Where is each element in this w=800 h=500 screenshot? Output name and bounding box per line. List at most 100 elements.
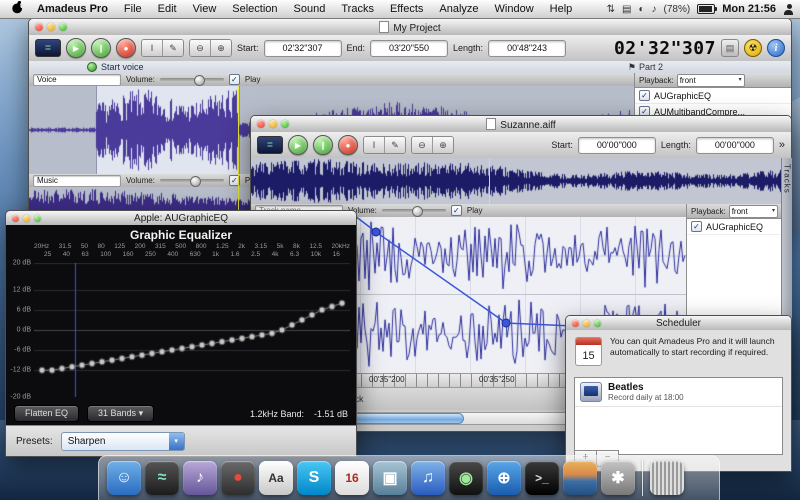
zoom-in-icon[interactable]: ⊕ bbox=[432, 137, 453, 153]
dock-item-dvd-player[interactable]: ◉ bbox=[449, 461, 483, 495]
zoom-button[interactable] bbox=[594, 320, 601, 327]
close-button[interactable] bbox=[35, 23, 43, 31]
battery-icon[interactable] bbox=[697, 4, 715, 14]
menu-window[interactable]: Window bbox=[487, 3, 542, 15]
menu-file[interactable]: File bbox=[116, 3, 150, 15]
close-button[interactable] bbox=[572, 320, 579, 327]
start-field[interactable]: 02'32"307 bbox=[264, 40, 342, 57]
voice-track-name-field[interactable]: Voice bbox=[33, 74, 121, 86]
menu-amadeus-pro[interactable]: Amadeus Pro bbox=[29, 3, 116, 15]
window-augraphiceq[interactable]: Apple: AUGraphicEQ Graphic Equalizer 20H… bbox=[5, 210, 357, 457]
effect-checkbox[interactable]: ✓ bbox=[691, 221, 702, 232]
menu-status-icon[interactable]: ♪ bbox=[652, 4, 657, 15]
dock-item-finder[interactable]: ☺ bbox=[107, 461, 141, 495]
menu-help[interactable]: Help bbox=[542, 3, 581, 15]
overview-waveform[interactable] bbox=[251, 158, 781, 204]
dock-item-levels[interactable]: ≈ bbox=[145, 461, 179, 495]
tool-segment[interactable]: I✎ bbox=[363, 136, 406, 154]
overview-waveform-area[interactable] bbox=[251, 158, 781, 204]
info-button[interactable]: i bbox=[767, 39, 785, 57]
effect-row[interactable]: ✓AUGraphicEQ bbox=[687, 219, 782, 235]
zoom-button[interactable] bbox=[281, 120, 289, 128]
scheduler-item[interactable]: Beatles Record daily at 18:00 bbox=[575, 378, 782, 407]
menu-status-icon[interactable]: ⇅ bbox=[607, 4, 615, 15]
playback-select[interactable]: front▾ bbox=[677, 74, 745, 87]
zoom-in-icon[interactable]: ⊕ bbox=[210, 40, 231, 56]
menu-selection[interactable]: Selection bbox=[224, 3, 285, 15]
dock-item-skype[interactable]: S bbox=[297, 461, 331, 495]
zoom-segment[interactable]: ⊖⊕ bbox=[189, 39, 232, 57]
window-scheduler[interactable]: Scheduler 15 You can quit Amadeus Pro an… bbox=[565, 315, 792, 472]
effect-row[interactable]: ✓AUGraphicEQ bbox=[635, 88, 791, 104]
presets-select[interactable]: Sharpen ▾ bbox=[61, 432, 185, 451]
pause-button[interactable]: ∥ bbox=[313, 135, 333, 155]
bands-select[interactable]: 31 Bands ▾ bbox=[87, 405, 154, 422]
play-button[interactable]: ▶ bbox=[66, 38, 86, 58]
zoom-button[interactable] bbox=[59, 23, 67, 31]
eq-curve[interactable] bbox=[34, 263, 350, 397]
marker-play-icon[interactable] bbox=[87, 62, 97, 72]
titlebar[interactable]: Apple: AUGraphicEQ bbox=[6, 211, 356, 226]
length-field[interactable]: 00'48"243 bbox=[488, 40, 566, 57]
voice-play-checkbox[interactable]: ✓ bbox=[229, 74, 240, 85]
menu-status-icon[interactable]: ▤ bbox=[622, 4, 631, 15]
volume-slider[interactable] bbox=[382, 209, 446, 212]
titlebar[interactable]: My Project bbox=[29, 19, 791, 36]
end-field[interactable]: 03'20"550 bbox=[370, 40, 448, 57]
dock-item-photos[interactable] bbox=[563, 461, 597, 495]
minimize-button[interactable] bbox=[47, 23, 55, 31]
pause-button[interactable]: ∥ bbox=[91, 38, 111, 58]
music-volume-slider[interactable] bbox=[160, 179, 224, 182]
pencil-tool-icon[interactable]: ✎ bbox=[384, 137, 405, 153]
dock-item-fonts[interactable]: Aa bbox=[259, 461, 293, 495]
play-checkbox[interactable]: ✓ bbox=[451, 205, 462, 216]
save-icon[interactable]: ▤ bbox=[721, 39, 739, 57]
slider-thumb[interactable] bbox=[190, 176, 201, 187]
marker-start-label[interactable]: Start voice bbox=[101, 62, 144, 72]
dock-item-itunes[interactable]: ♫ bbox=[411, 461, 445, 495]
menu-effects[interactable]: Effects bbox=[382, 3, 431, 15]
close-button[interactable] bbox=[257, 120, 265, 128]
dock-item-recorder[interactable]: ● bbox=[221, 461, 255, 495]
dock-item-safari[interactable]: ⊕ bbox=[487, 461, 521, 495]
dock-item-preview[interactable]: ▣ bbox=[373, 461, 407, 495]
pencil-tool-icon[interactable]: ✎ bbox=[162, 40, 183, 56]
dock-item-terminal[interactable]: >_ bbox=[525, 461, 559, 495]
zoom-segment[interactable]: ⊖⊕ bbox=[411, 136, 454, 154]
menu-tracks[interactable]: Tracks bbox=[333, 3, 382, 15]
effect-checkbox[interactable]: ✓ bbox=[639, 90, 650, 101]
dock-item-settings[interactable]: ✱ bbox=[601, 461, 635, 495]
marker-part[interactable]: ⚑Part 2 bbox=[628, 62, 663, 73]
slider-thumb[interactable] bbox=[412, 206, 423, 217]
playback-select[interactable]: front▾ bbox=[729, 205, 778, 218]
slider-thumb[interactable] bbox=[194, 75, 205, 86]
menu-status-icon[interactable]: ◐ bbox=[638, 4, 644, 15]
lcd-display-button[interactable]: ≣ bbox=[35, 39, 61, 57]
scheduler-list[interactable]: Beatles Record daily at 18:00 bbox=[574, 377, 783, 455]
window-controls[interactable] bbox=[251, 120, 295, 128]
flatten-eq-button[interactable]: Flatten EQ bbox=[14, 405, 79, 422]
dock-item-trash[interactable] bbox=[650, 461, 684, 495]
apple-menu[interactable] bbox=[6, 1, 29, 17]
music-track-name-field[interactable]: Music bbox=[33, 175, 121, 187]
minimize-button[interactable] bbox=[583, 320, 590, 327]
titlebar[interactable]: Scheduler bbox=[566, 316, 791, 331]
play-button[interactable]: ▶ bbox=[288, 135, 308, 155]
menubar-clock[interactable]: Mon 21:56 bbox=[722, 3, 776, 15]
menu-edit[interactable]: Edit bbox=[150, 3, 185, 15]
minimize-button[interactable] bbox=[269, 120, 277, 128]
window-controls[interactable] bbox=[29, 23, 73, 31]
radioactive-icon[interactable]: ☢ bbox=[744, 39, 762, 57]
selection-tool-icon[interactable]: I bbox=[142, 40, 162, 56]
selection-tool-icon[interactable]: I bbox=[364, 137, 384, 153]
menu-view[interactable]: View bbox=[185, 3, 225, 15]
length-field[interactable]: 00'00"000 bbox=[696, 137, 774, 154]
playhead-cursor[interactable] bbox=[489, 158, 490, 204]
minimize-button[interactable] bbox=[23, 215, 30, 222]
start-field[interactable]: 00'00"000 bbox=[578, 137, 656, 154]
zoom-out-icon[interactable]: ⊖ bbox=[412, 137, 432, 153]
window-controls[interactable] bbox=[6, 215, 47, 222]
menu-sound[interactable]: Sound bbox=[286, 3, 334, 15]
record-button[interactable]: ● bbox=[338, 135, 358, 155]
zoom-out-icon[interactable]: ⊖ bbox=[190, 40, 210, 56]
